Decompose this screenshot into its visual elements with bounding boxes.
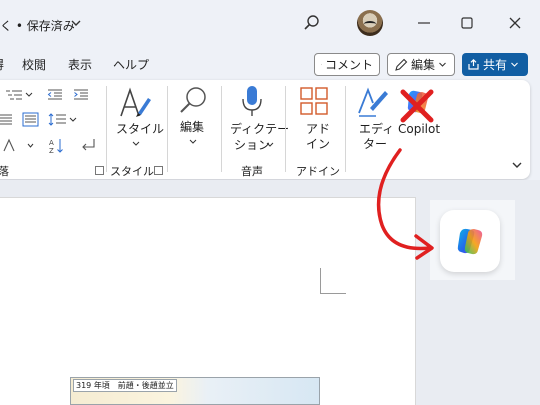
maximize-icon[interactable] <box>458 14 476 32</box>
tab-help[interactable]: ヘルプ <box>113 56 149 73</box>
comment-button[interactable]: コメント <box>314 53 380 76</box>
svg-text:Z: Z <box>49 147 54 155</box>
search-icon[interactable] <box>303 14 321 32</box>
copilot-button[interactable] <box>440 210 500 272</box>
shading-icon[interactable] <box>2 138 34 154</box>
share-button[interactable]: 共有 <box>462 53 528 76</box>
chevron-down-icon[interactable] <box>70 13 82 33</box>
align-icon[interactable] <box>0 113 14 127</box>
group-paragraph-label: 落 <box>0 165 9 178</box>
group-style-label: スタイル <box>110 165 154 178</box>
document-page[interactable] <box>0 197 416 405</box>
chevron-down-icon[interactable] <box>265 141 275 149</box>
separator <box>106 86 107 172</box>
editing-mode-button[interactable]: 編集 <box>387 53 455 76</box>
paragraph-dialog-launcher[interactable] <box>95 166 104 175</box>
chevron-down-icon[interactable] <box>188 138 198 146</box>
style-icon[interactable] <box>118 86 154 120</box>
paragraph-mark-icon[interactable] <box>80 138 96 152</box>
justify-icon[interactable] <box>22 112 40 128</box>
editor-label-1[interactable]: エディ <box>359 122 394 137</box>
style-button-label[interactable]: スタイル <box>116 122 164 137</box>
ribbon-collapse-chevron-icon[interactable] <box>510 158 524 172</box>
dictate-label-1[interactable]: ディクテー <box>230 122 289 137</box>
cross-mark-icon <box>400 89 434 123</box>
multilevel-list-icon[interactable] <box>4 88 34 102</box>
edit-button-label[interactable]: 編集 <box>180 120 204 135</box>
decrease-indent-icon[interactable] <box>46 88 64 102</box>
separator <box>221 86 222 172</box>
share-label: 共有 <box>483 58 508 72</box>
separator <box>285 86 286 172</box>
comment-icon <box>321 64 322 65</box>
share-icon <box>468 58 479 70</box>
editor-label-2[interactable]: ター <box>363 137 387 152</box>
chevron-down-icon <box>511 62 518 67</box>
group-voice-label: 音声 <box>241 165 263 178</box>
margin-corner-mark <box>320 268 346 294</box>
avatar[interactable] <box>357 10 383 36</box>
minimize-icon[interactable] <box>415 14 433 32</box>
comment-label: コメント <box>324 58 373 72</box>
line-spacing-icon[interactable] <box>48 112 80 128</box>
copilot-icon <box>457 228 483 255</box>
tab-review[interactable]: 校閲 <box>22 56 46 73</box>
document-title[interactable]: く • 保存済み <box>0 17 75 34</box>
editor-icon[interactable] <box>356 86 390 118</box>
close-icon[interactable] <box>506 14 524 32</box>
separator <box>345 86 346 172</box>
tab-view[interactable]: 表示 <box>68 56 92 73</box>
style-dialog-launcher[interactable] <box>154 166 163 175</box>
pencil-icon <box>395 58 408 71</box>
tab-partial[interactable]: 得 <box>0 56 4 73</box>
chevron-down-icon[interactable] <box>131 140 141 148</box>
title-bar: く • 保存済み <box>0 0 540 50</box>
microphone-icon[interactable] <box>239 85 265 119</box>
addin-label-2[interactable]: イン <box>306 137 330 152</box>
magnifier-icon[interactable] <box>178 85 210 117</box>
map-caption: 319 年頃 前趙・後趙並立 <box>73 379 177 392</box>
separator <box>167 86 168 172</box>
chevron-down-icon <box>439 62 446 67</box>
addin-label-1[interactable]: アド <box>306 122 330 137</box>
group-addin-label: アドイン <box>296 165 340 178</box>
editing-mode-label: 編集 <box>411 58 436 72</box>
addins-icon[interactable] <box>299 86 329 116</box>
sort-icon[interactable]: AZ <box>48 137 66 155</box>
increase-indent-icon[interactable] <box>72 88 90 102</box>
svg-text:A: A <box>49 139 54 147</box>
